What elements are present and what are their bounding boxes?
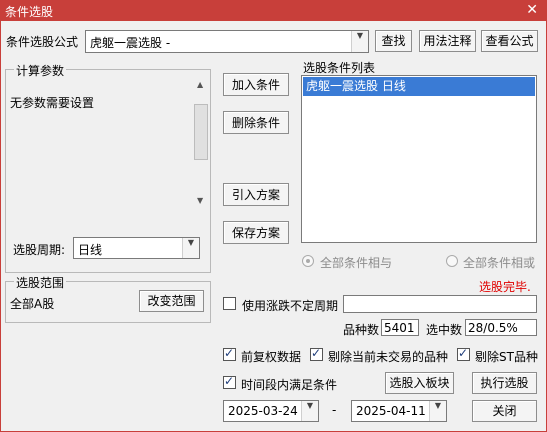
chevron-down-icon[interactable]: ▼	[182, 238, 199, 258]
formula-select[interactable]: 虎躯一震选股 - ▼	[85, 30, 369, 53]
stock-count-field: 5401	[381, 319, 419, 336]
condition-list-item-selected[interactable]: 虎躯一震选股 日线	[303, 77, 535, 96]
limit-period-input[interactable]	[343, 295, 537, 313]
condition-list-label: 选股条件列表	[303, 61, 376, 75]
chevron-down-icon[interactable]: ▼	[301, 401, 318, 421]
stock-count-label: 品种数	[343, 323, 380, 337]
and-label: 全部条件相与	[320, 256, 393, 270]
radio-dot-icon	[306, 259, 310, 263]
run-selection-button[interactable]: 执行选股	[472, 372, 537, 394]
time-range-label: 时间段内满足条件	[241, 378, 338, 392]
scroll-thumb[interactable]	[194, 104, 208, 160]
stock-count-value: 5401	[384, 321, 415, 335]
status-text: 选股完毕.	[479, 280, 531, 294]
selected-count-value: 28/0.5%	[468, 321, 518, 335]
check-icon: ✓	[224, 374, 235, 388]
or-radio[interactable]	[446, 255, 458, 267]
condition-list[interactable]: 虎躯一震选股 日线	[301, 75, 537, 243]
add-to-block-button[interactable]: 选股入板块	[385, 372, 454, 394]
close-button[interactable]: 关闭	[472, 400, 537, 422]
and-radio[interactable]	[302, 255, 314, 267]
title-bar: 条件选股 ✕	[1, 1, 546, 21]
params-group: 计算参数 无参数需要设置 ▲ ▼ 选股周期: 日线 ▼	[5, 62, 211, 273]
check-icon: ✓	[458, 346, 469, 360]
end-date-picker[interactable]: 2025-04-11 ▼	[351, 400, 447, 422]
params-text: 无参数需要设置	[10, 96, 95, 110]
time-range-checkbox[interactable]: ✓	[223, 374, 236, 389]
check-icon: ✓	[311, 346, 322, 360]
add-condition-button[interactable]: 加入条件	[223, 73, 289, 96]
scope-legend: 选股范围	[14, 274, 67, 291]
exclude-untraded-checkbox[interactable]: ✓	[310, 346, 323, 361]
forward-adjust-label: 前复权数据	[241, 350, 302, 364]
start-date-value: 2025-03-24	[228, 404, 298, 418]
selected-count-field: 28/0.5%	[465, 319, 537, 336]
scroll-up-icon[interactable]: ▲	[197, 80, 203, 89]
scroll-down-icon[interactable]: ▼	[197, 196, 203, 205]
chevron-down-icon[interactable]: ▼	[351, 31, 368, 52]
import-scheme-button[interactable]: 引入方案	[223, 183, 289, 206]
period-label: 选股周期:	[13, 243, 66, 257]
scope-group: 选股范围 全部A股 改变范围	[5, 274, 211, 323]
change-scope-button[interactable]: 改变范围	[139, 290, 204, 312]
period-select[interactable]: 日线 ▼	[73, 237, 200, 259]
view-formula-button[interactable]: 查看公式	[481, 30, 538, 52]
forward-adjust-checkbox[interactable]: ✓	[223, 346, 236, 361]
chevron-down-icon[interactable]: ▼	[429, 401, 446, 421]
exclude-untraded-label: 剔除当前未交易的品种	[328, 350, 449, 364]
selected-count-label: 选中数	[426, 323, 463, 337]
end-date-value: 2025-04-11	[356, 404, 426, 418]
date-separator: -	[332, 403, 337, 417]
formula-selected-value: 虎躯一震选股 -	[90, 36, 171, 50]
find-button[interactable]: 查找	[375, 30, 412, 52]
save-scheme-button[interactable]: 保存方案	[223, 221, 289, 244]
use-limit-period-label: 使用涨跌不定周期	[242, 299, 339, 313]
usage-notes-button[interactable]: 用法注释	[419, 30, 476, 52]
close-icon[interactable]: ✕	[526, 1, 538, 19]
formula-label: 条件选股公式	[6, 35, 79, 49]
window-title: 条件选股	[5, 5, 54, 19]
condition-stock-selection-window: 条件选股 ✕ 条件选股公式 虎躯一震选股 - ▼ 查找 用法注释 查看公式 计算…	[0, 0, 547, 432]
exclude-st-label: 剔除ST品种	[475, 350, 538, 364]
delete-condition-button[interactable]: 删除条件	[223, 111, 289, 134]
params-scrollbar[interactable]: ▲ ▼	[193, 80, 209, 208]
scope-value: 全部A股	[10, 297, 55, 311]
start-date-picker[interactable]: 2025-03-24 ▼	[223, 400, 319, 422]
exclude-st-checkbox[interactable]: ✓	[457, 346, 470, 361]
or-label: 全部条件相或	[463, 256, 536, 270]
params-legend: 计算参数	[14, 62, 67, 79]
check-icon: ✓	[224, 346, 235, 360]
use-limit-period-checkbox[interactable]	[223, 297, 236, 310]
period-value: 日线	[78, 243, 103, 257]
